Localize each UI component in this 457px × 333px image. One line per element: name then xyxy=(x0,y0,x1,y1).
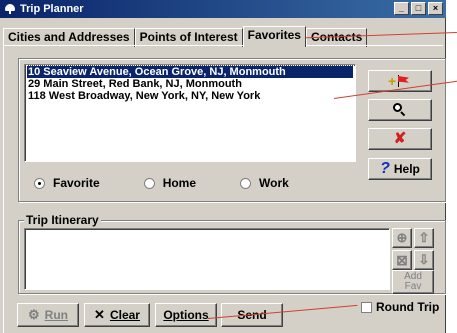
trip-itinerary-list[interactable] xyxy=(24,228,390,290)
cross-box-icon: ⊠ xyxy=(396,251,408,268)
trip-itinerary-label: Trip Itinerary xyxy=(24,213,101,227)
radio-work[interactable]: Work xyxy=(240,176,289,190)
close-button[interactable]: × xyxy=(428,2,443,15)
add-to-favorites-button[interactable]: Add Fav xyxy=(392,270,434,294)
run-button[interactable]: ⚙ Run xyxy=(17,303,79,327)
radio-home-label: Home xyxy=(162,176,197,190)
window-controls: _ □ × xyxy=(394,2,443,15)
add-fav-label: Add Fav xyxy=(404,271,422,292)
maximize-button[interactable]: □ xyxy=(411,2,426,15)
round-trip-checkbox-box[interactable] xyxy=(361,301,372,313)
round-trip-label: Round Trip xyxy=(376,300,440,314)
radio-favorite[interactable]: Favorite xyxy=(34,176,100,190)
options-button[interactable]: Options xyxy=(155,303,217,327)
tab-favorites[interactable]: Favorites xyxy=(242,26,306,47)
run-icon: ⚙ xyxy=(28,307,40,322)
remove-stop-button[interactable]: ⊠ xyxy=(392,250,412,270)
clear-button[interactable]: ✕ Clear xyxy=(84,303,150,327)
round-trip-checkbox[interactable]: Round Trip xyxy=(361,300,439,314)
delete-favorite-button[interactable]: ✘ xyxy=(368,128,432,150)
arrow-down-icon: ⇩ xyxy=(418,252,430,267)
clear-button-label: Clear xyxy=(109,308,140,322)
red-x-icon: ✘ xyxy=(393,130,407,147)
clear-broom-icon: ✕ xyxy=(94,307,105,322)
add-flag-icon: + xyxy=(388,74,412,88)
title-bar[interactable]: Trip Planner _ □ × xyxy=(0,0,446,18)
favorite-type-radio-group: Favorite Home Work xyxy=(34,176,333,190)
arrow-up-icon: ⇧ xyxy=(418,230,430,245)
minimize-button[interactable]: _ xyxy=(394,2,409,15)
options-button-label: Options xyxy=(163,308,209,322)
radio-home[interactable]: Home xyxy=(143,176,197,190)
zoom-to-favorite-button[interactable] xyxy=(368,99,432,121)
help-button-label: Help xyxy=(393,162,420,176)
radio-work-indicator[interactable] xyxy=(240,177,252,189)
window-title: Trip Planner xyxy=(20,3,84,15)
zoom-icon: ⊕ xyxy=(396,230,408,245)
trip-planner-window: Trip Planner _ □ × Cities and Addresses … xyxy=(0,0,446,333)
radio-home-indicator[interactable] xyxy=(143,177,155,189)
move-up-button[interactable]: ⇧ xyxy=(414,228,434,248)
favorite-list-item[interactable]: 29 Main Street, Red Bank, NJ, Monmouth xyxy=(27,78,353,90)
radio-work-label: Work xyxy=(259,176,289,190)
help-question-icon: ? xyxy=(380,160,390,177)
favorite-list-item[interactable]: 118 West Broadway, New York, NY, New Yor… xyxy=(27,90,353,102)
favorite-list-item[interactable]: 10 Seaview Avenue, Ocean Grove, NJ, Monm… xyxy=(26,65,354,79)
help-button[interactable]: ? Help xyxy=(368,158,432,180)
favorites-list[interactable]: 10 Seaview Avenue, Ocean Grove, NJ, Monm… xyxy=(24,64,356,162)
radio-favorite-label: Favorite xyxy=(53,176,100,190)
app-icon xyxy=(4,3,16,15)
run-button-label: Run xyxy=(44,308,68,322)
zoom-stop-button[interactable]: ⊕ xyxy=(392,228,412,248)
magnifier-icon xyxy=(393,103,407,117)
radio-favorite-indicator[interactable] xyxy=(34,177,45,189)
move-down-button[interactable]: ⇩ xyxy=(414,250,434,270)
